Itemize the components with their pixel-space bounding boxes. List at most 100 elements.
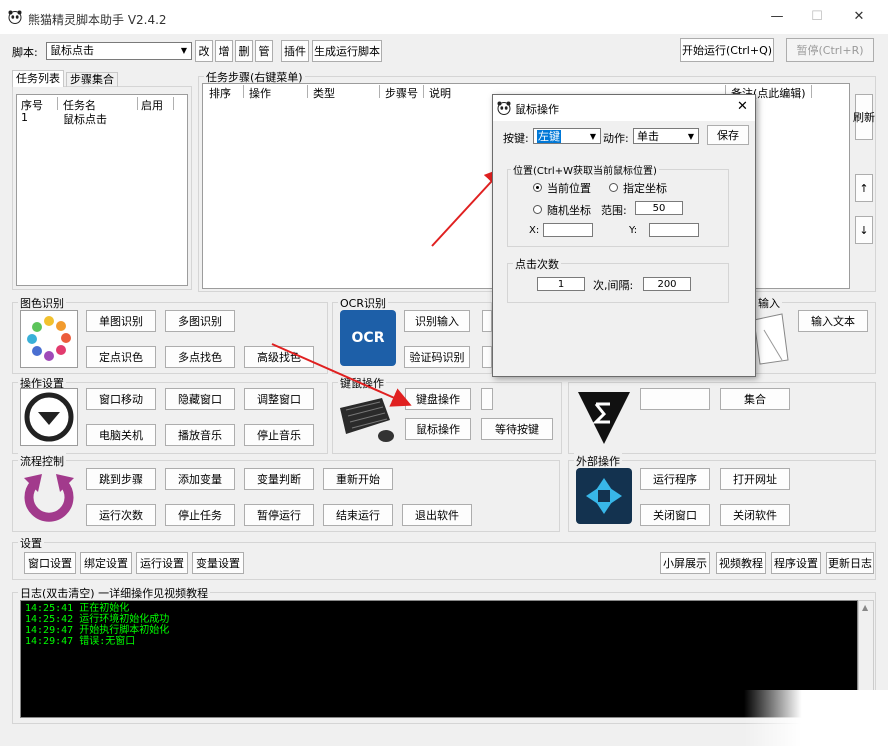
refresh-button[interactable]: 刷新 [853,94,875,140]
keyboard-operation-button[interactable]: 键盘操作 [405,388,471,410]
action-label: 动作: [603,132,629,145]
ocr-icon: OCR [340,310,396,366]
click-count-input[interactable]: 1 [537,277,585,291]
single-image-recognize-button[interactable]: 单图识别 [86,310,156,332]
open-url-button[interactable]: 打开网址 [720,468,790,490]
col-divider [811,85,812,98]
task-row-name: 鼠标点击 [63,113,107,126]
bind-settings-button[interactable]: 绑定设置 [80,552,132,574]
collection-button[interactable]: 集合 [720,388,790,410]
script-select-value: 鼠标点击 [50,44,94,57]
hide-window-button[interactable]: 隐藏窗口 [165,388,235,410]
close-window-button[interactable]: 关闭窗口 [640,504,710,526]
point-color-recognize-button[interactable]: 定点识色 [86,346,156,368]
run-count-button[interactable]: 运行次数 [86,504,156,526]
table-row[interactable]: 1 鼠标点击 [17,111,187,126]
key-label: 按键: [503,132,529,145]
log-line: 14:25:42 运行环境初始化成功 [25,614,170,625]
wait-key-button[interactable]: 等待按键 [481,418,553,440]
key-select[interactable]: 左键 ▼ [533,128,601,144]
pause-button[interactable]: 暂停(Ctrl+R) [786,38,874,62]
dialog-title: 鼠标操作 [515,103,559,116]
radio-random-coords[interactable] [533,205,542,214]
add-script-button[interactable]: 增 [215,40,233,62]
action-select[interactable]: 单击 ▼ [633,128,699,144]
multi-image-recognize-button[interactable]: 多图识别 [165,310,235,332]
col-divider [137,97,138,110]
log-line: 14:25:41 正在初始化 [25,603,130,614]
move-up-button[interactable]: ↑ [855,174,873,202]
window-settings-button[interactable]: 窗口设置 [24,552,76,574]
delete-script-button[interactable]: 删 [235,40,253,62]
log-line: 14:29:47 开始执行脚本初始化 [25,625,170,636]
log-console[interactable]: 14:25:41 正在初始化 14:25:42 运行环境初始化成功 14:29:… [20,600,858,718]
end-run-button[interactable]: 结束运行 [323,504,393,526]
close-icon[interactable]: ✕ [737,99,748,114]
position-group-label: 位置(Ctrl+W获取当前鼠标位置) [511,162,659,177]
variable-judge-button[interactable]: 变量判断 [244,468,314,490]
interval-input[interactable]: 200 [643,277,691,291]
plugin-button[interactable]: 插件 [281,40,309,62]
window-title: 熊猫精灵脚本助手 V2.4.2 [28,13,167,27]
col-divider [379,85,380,98]
stop-music-button[interactable]: 停止音乐 [244,424,314,446]
paper-icon [752,310,792,366]
kbd-extra-button[interactable] [481,388,493,410]
variable-settings-button[interactable]: 变量设置 [192,552,244,574]
change-script-button[interactable]: 改 [195,40,213,62]
multi-point-color-button[interactable]: 多点找色 [165,346,235,368]
run-settings-button[interactable]: 运行设置 [136,552,188,574]
chevron-down-icon: ▼ [180,46,188,55]
adjust-window-button[interactable]: 调整窗口 [244,388,314,410]
jump-step-button[interactable]: 跳到步骤 [86,468,156,490]
current-position-label: 当前位置 [547,182,591,195]
stop-task-button[interactable]: 停止任务 [165,504,235,526]
exit-software-button[interactable]: 退出软件 [402,504,472,526]
mouse-operation-button[interactable]: 鼠标操作 [405,418,471,440]
log-group-label: 日志(双击清空) 一详细操作见视频教程 [18,585,211,601]
col-divider [307,85,308,98]
manage-script-button[interactable]: 管 [255,40,273,62]
captcha-recognize-button[interactable]: 验证码识别 [404,346,470,368]
recognize-input-button[interactable]: 识别输入 [404,310,470,332]
play-music-button[interactable]: 播放音乐 [165,424,235,446]
collection-extra-button[interactable] [640,388,710,410]
radio-current-position[interactable] [533,183,542,192]
small-screen-button[interactable]: 小屏展示 [660,552,710,574]
task-table: 序号 任务名 启用 1 鼠标点击 [16,94,188,286]
generate-script-button[interactable]: 生成运行脚本 [312,40,382,62]
save-button[interactable]: 保存 [707,125,749,145]
pause-run-button[interactable]: 暂停运行 [244,504,314,526]
y-label: Y: [629,225,638,236]
ocr-extra-button[interactable] [482,310,492,332]
script-select[interactable]: 鼠标点击 ▼ [46,42,192,60]
add-variable-button[interactable]: 添加变量 [165,468,235,490]
window-move-button[interactable]: 窗口移动 [86,388,156,410]
shutdown-button[interactable]: 电脑关机 [86,424,156,446]
steps-col-order: 排序 [209,87,231,100]
video-tutorial-button[interactable]: 视频教程 [716,552,766,574]
program-settings-button[interactable]: 程序设置 [771,552,821,574]
scroll-up-icon[interactable]: ▲ [862,603,868,612]
advanced-color-button[interactable]: 高级找色 [244,346,314,368]
maximize-icon[interactable]: ☐ [806,6,828,28]
input-text-button[interactable]: 输入文本 [798,310,868,332]
tab-step-collection[interactable]: 步骤集合 [66,72,118,87]
minimize-icon[interactable]: — [766,6,788,28]
x-input[interactable] [543,223,593,237]
tab-task-list[interactable]: 任务列表 [12,70,64,87]
run-program-button[interactable]: 运行程序 [640,468,710,490]
ocr-extra-button-2[interactable] [482,346,492,368]
close-icon[interactable]: ✕ [848,6,870,28]
radio-specified-coords[interactable] [609,183,618,192]
dropdown-circle-icon [20,388,78,446]
sigma-icon [576,390,632,446]
range-input[interactable]: 50 [635,201,683,215]
update-log-button[interactable]: 更新日志 [826,552,874,574]
start-run-button[interactable]: 开始运行(Ctrl+Q) [680,38,774,62]
flow-group-label: 流程控制 [18,453,66,469]
move-down-button[interactable]: ↓ [855,216,873,244]
restart-button[interactable]: 重新开始 [323,468,393,490]
y-input[interactable] [649,223,699,237]
close-software-button[interactable]: 关闭软件 [720,504,790,526]
